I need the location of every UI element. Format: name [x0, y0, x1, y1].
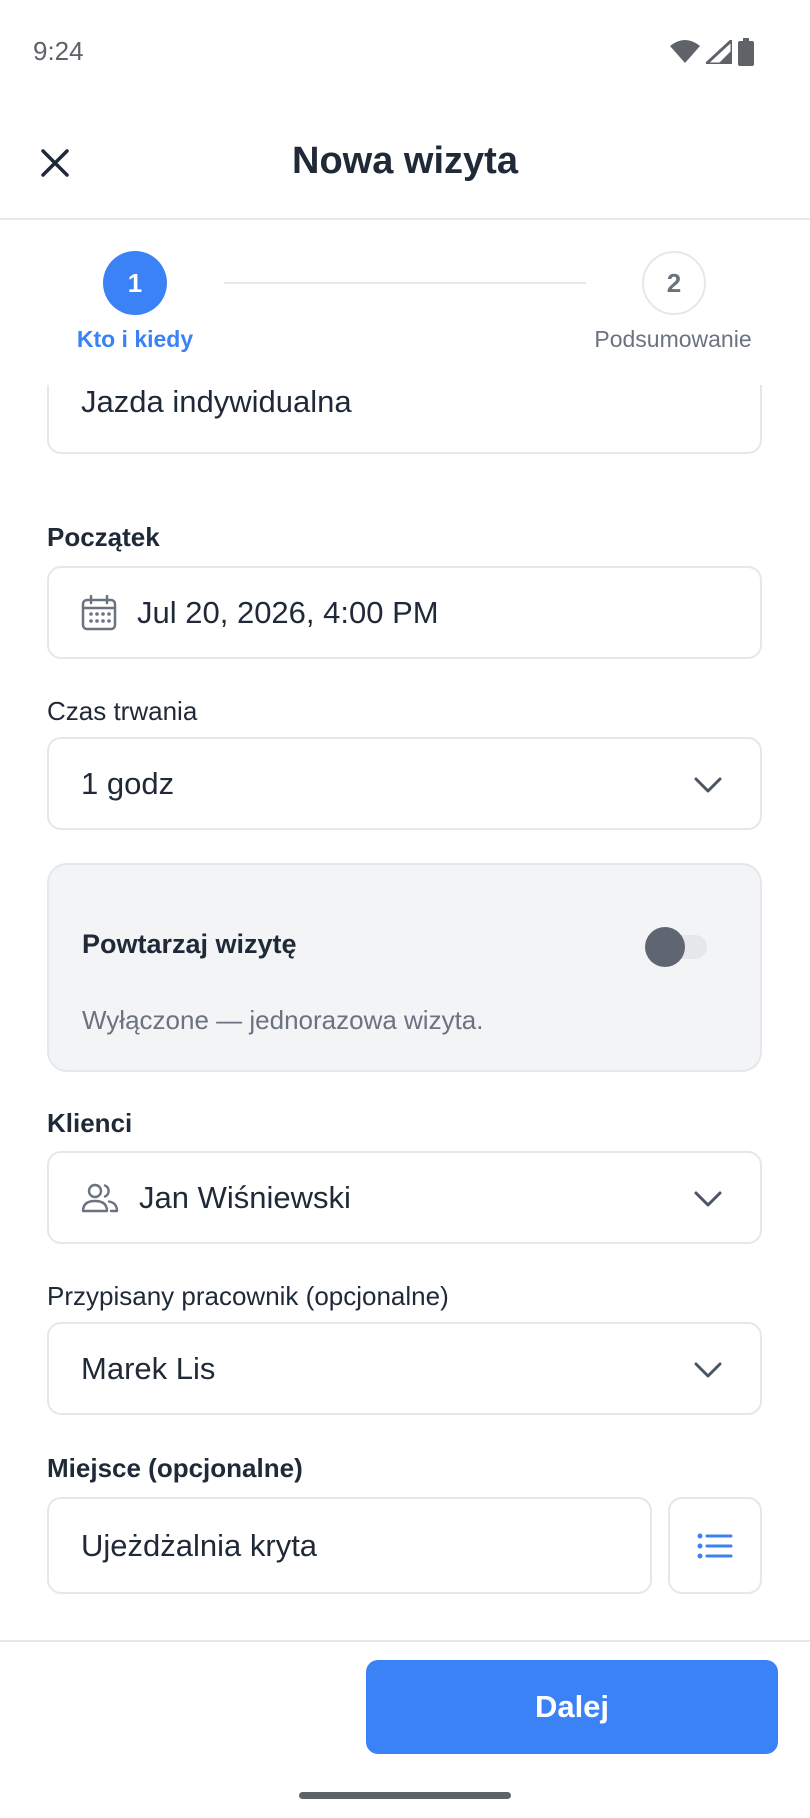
step-1-label: Kto i kiedy [76, 326, 194, 352]
stepper: 1 2 Kto i kiedy Podsumowanie [0, 220, 810, 385]
place-list-button[interactable] [668, 1497, 762, 1594]
clients-select[interactable]: Jan Wiśniewski [47, 1151, 762, 1244]
page-title: Nowa wizyta [292, 140, 518, 182]
calendar-icon [81, 594, 117, 631]
employee-label: Przypisany pracownik (opcjonalne) [47, 1281, 449, 1311]
status-icons [670, 36, 754, 71]
duration-label: Czas trwania [47, 696, 198, 726]
chevron-down-icon [694, 777, 722, 793]
repeat-title: Powtarzaj wizytę [82, 929, 297, 959]
next-button[interactable]: Dalej [366, 1660, 778, 1754]
place-label: Miejsce (opcjonalne) [47, 1453, 303, 1483]
battery-icon [738, 38, 754, 71]
status-bar: 9:24 [0, 0, 810, 100]
list-icon [697, 1533, 733, 1558]
clients-value: Jan Wiśniewski [139, 1179, 351, 1215]
step-2-label: Podsumowanie [594, 326, 752, 352]
step-connector [224, 282, 586, 284]
repeat-toggle[interactable] [645, 927, 711, 967]
wifi-icon [670, 40, 700, 69]
status-time: 9:24 [33, 36, 84, 66]
app-header: Nowa wizyta [0, 100, 810, 220]
employee-value: Marek Lis [81, 1350, 216, 1386]
repeat-subtitle: Wyłączone — jednorazowa wizyta. [82, 1005, 484, 1035]
employee-select[interactable]: Marek Lis [47, 1322, 762, 1415]
clients-label: Klienci [47, 1108, 133, 1138]
home-indicator[interactable] [299, 1792, 511, 1799]
place-value: Ujeżdżalnia kryta [81, 1527, 318, 1563]
duration-select[interactable]: 1 godz [47, 737, 762, 830]
duration-value: 1 godz [81, 765, 175, 801]
place-input[interactable]: Ujeżdżalnia kryta [47, 1497, 652, 1594]
users-icon [81, 1182, 119, 1214]
start-date-value: Jul 20, 2026, 4:00 PM [137, 594, 439, 630]
toggle-knob [645, 927, 685, 967]
step-1-circle[interactable]: 1 [103, 251, 167, 315]
signal-icon [702, 36, 734, 69]
lesson-type-value: Jazda indywidualna [81, 384, 352, 419]
chevron-down-icon [694, 1362, 722, 1378]
start-label: Początek [47, 522, 160, 552]
chevron-down-icon [694, 1191, 722, 1207]
repeat-card: Powtarzaj wizytę Wyłączone — jednorazowa… [47, 863, 762, 1072]
bottom-bar: Dalej [0, 1640, 810, 1818]
step-2-circle[interactable]: 2 [642, 251, 706, 315]
start-date-field[interactable]: Jul 20, 2026, 4:00 PM [47, 566, 762, 659]
